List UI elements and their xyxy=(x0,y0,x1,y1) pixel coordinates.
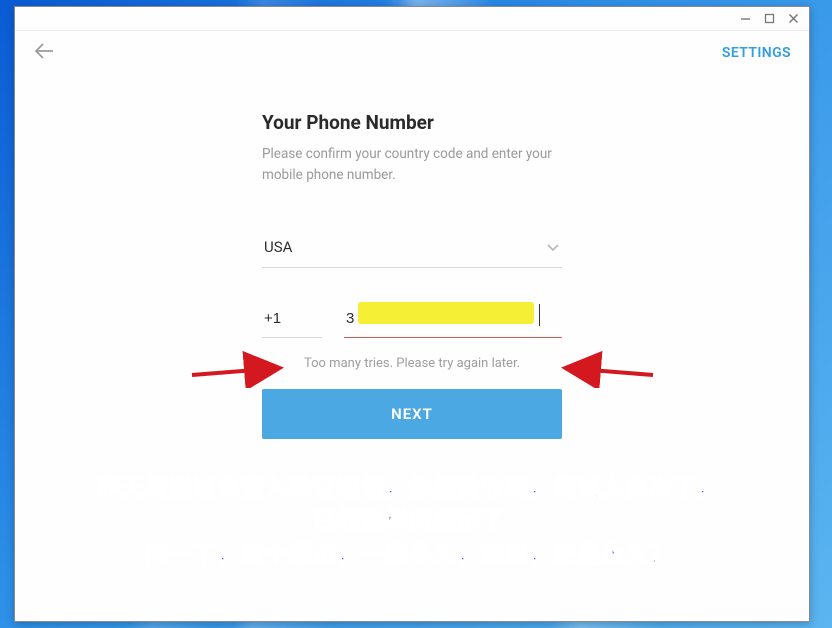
annotation-text: 昨天发送过多登入验证短信，依然没收到，尝试太多次了， 已经这样的提示了 问一下，… xyxy=(29,471,789,571)
country-select[interactable]: USA xyxy=(262,232,562,268)
redaction-highlight xyxy=(358,302,534,324)
window-minimize-button[interactable] xyxy=(737,11,753,27)
titlebar xyxy=(15,7,809,31)
dial-code-input[interactable] xyxy=(262,306,322,338)
back-button[interactable] xyxy=(29,38,59,68)
country-name: USA xyxy=(264,238,292,256)
topbar: SETTINGS xyxy=(15,31,809,75)
form-subtitle: Please confirm your country code and ent… xyxy=(262,144,562,186)
phone-number-wrap xyxy=(344,306,562,338)
window-close-button[interactable] xyxy=(785,11,801,27)
window-maximize-button[interactable] xyxy=(761,11,777,27)
phone-row xyxy=(262,306,562,338)
text-caret xyxy=(539,304,540,326)
login-form: Your Phone Number Please confirm your co… xyxy=(262,111,562,439)
error-message: Too many tries. Please try again later. xyxy=(262,356,562,371)
next-button[interactable]: NEXT xyxy=(262,389,562,439)
annotation-arrow-right xyxy=(555,348,655,388)
app-window: SETTINGS Your Phone Number Please confir… xyxy=(14,6,810,622)
settings-link[interactable]: SETTINGS xyxy=(722,45,791,61)
form-title: Your Phone Number xyxy=(262,111,562,134)
chevron-down-icon xyxy=(546,238,560,257)
